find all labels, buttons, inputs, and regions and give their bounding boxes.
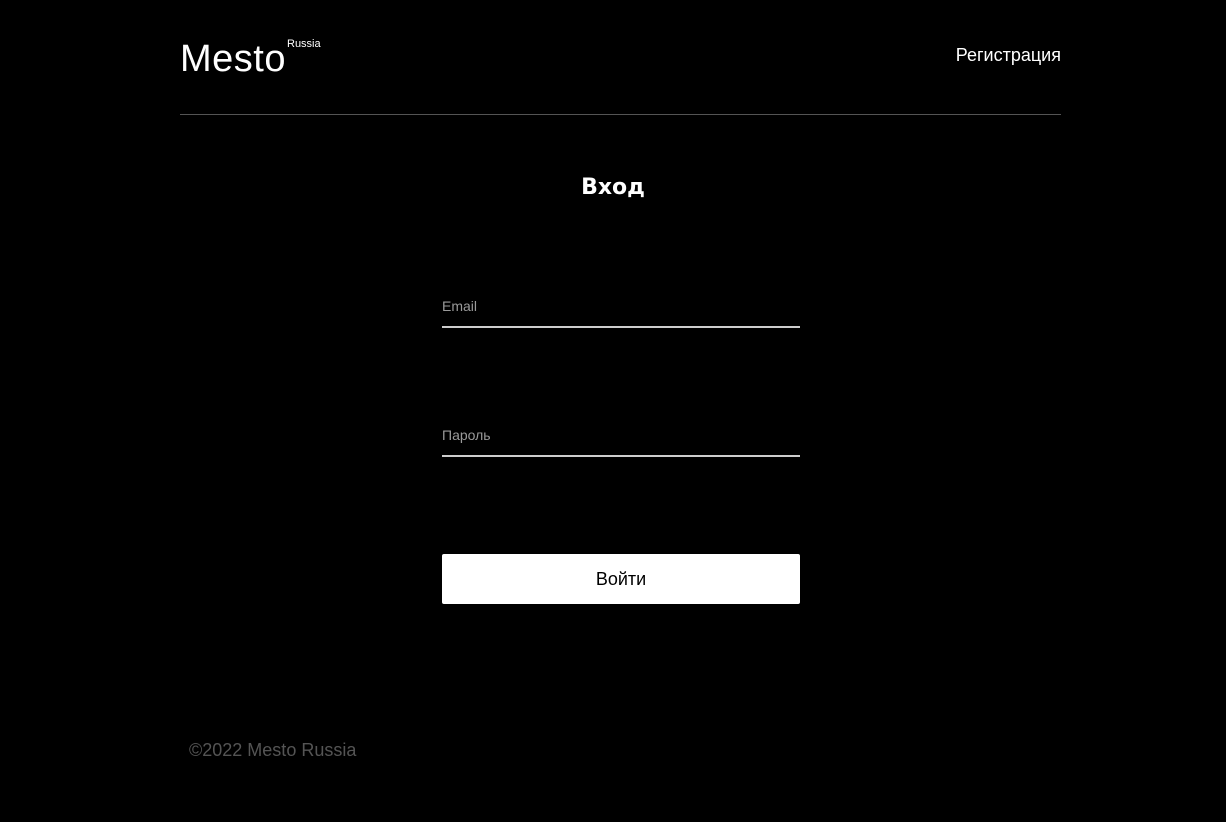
page: Mesto Russia Регистрация Вход Войти ©202… — [0, 0, 1226, 822]
header: Mesto Russia Регистрация — [180, 0, 1061, 115]
register-link[interactable]: Регистрация — [956, 44, 1061, 66]
email-input[interactable] — [442, 292, 800, 328]
logo-main-text: Mesto — [180, 38, 286, 80]
logo-sub-text: Russia — [287, 38, 321, 50]
footer-copyright: ©2022 Mesto Russia — [189, 740, 357, 760]
login-button[interactable]: Войти — [442, 554, 800, 604]
page-title: Вход — [581, 175, 645, 200]
password-input[interactable] — [442, 421, 800, 457]
logo: Mesto Russia — [180, 37, 330, 81]
